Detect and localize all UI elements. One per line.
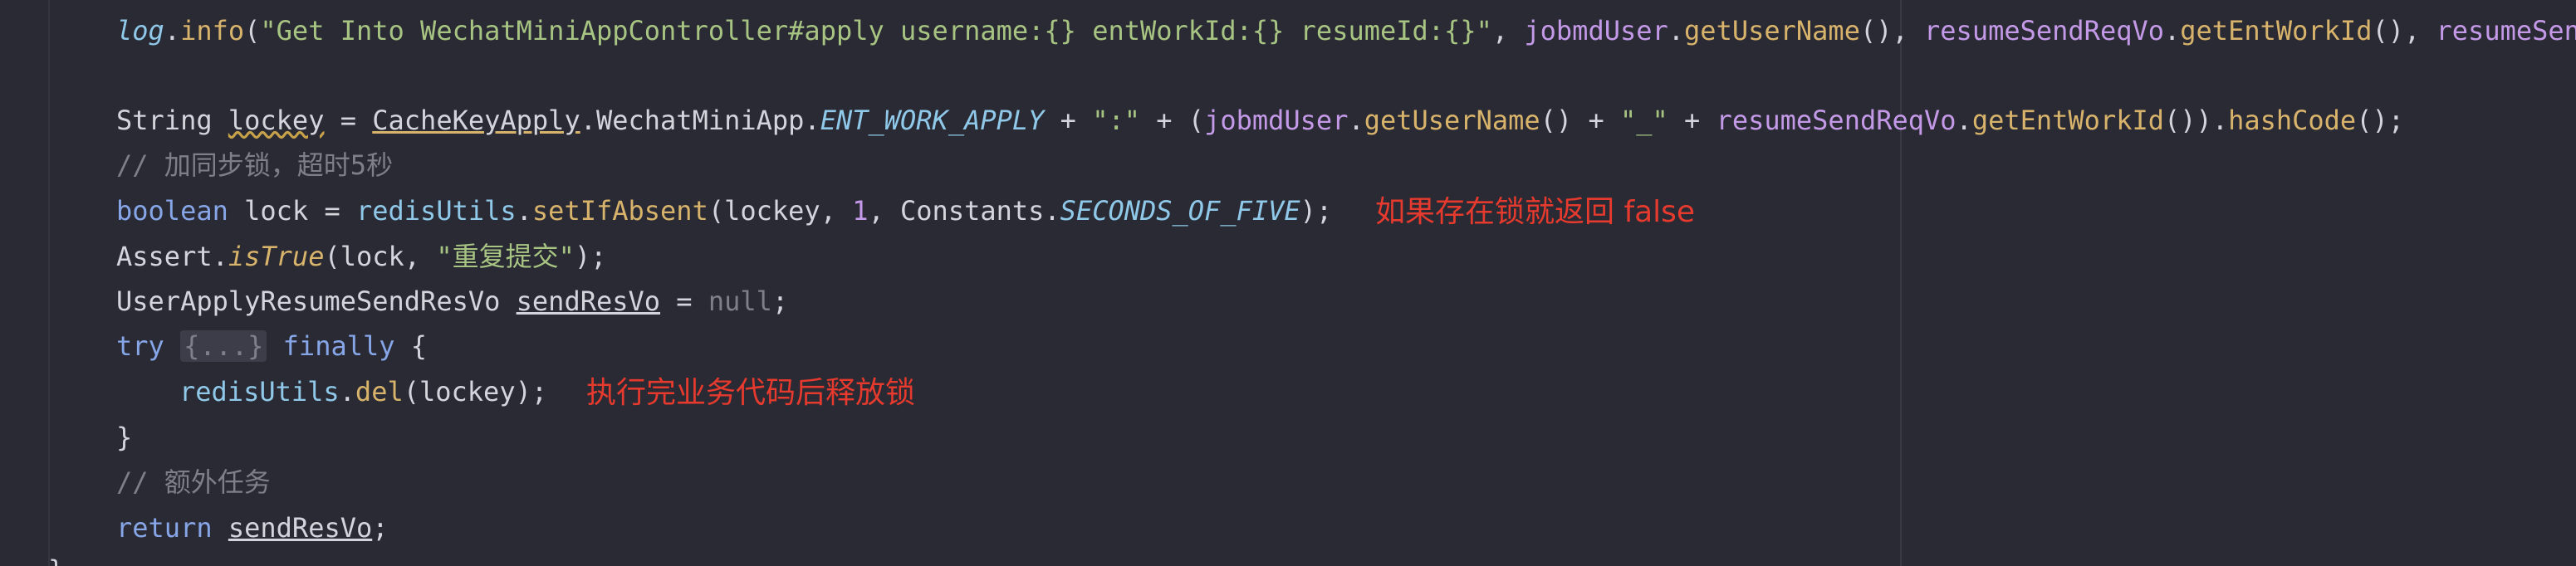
annotation-lock-note: 如果存在锁就返回 false xyxy=(1375,195,1696,229)
statement-end: ); xyxy=(574,241,607,272)
code-line-redis-del[interactable]: redisUtils.del(lockey); xyxy=(179,369,547,414)
log-object: log xyxy=(116,15,164,46)
args: (lockey); xyxy=(403,376,548,407)
code-line-partial-top: } xyxy=(116,0,132,8)
method-info: info xyxy=(180,15,245,46)
lock-decl: lock = xyxy=(228,195,356,227)
dot: . xyxy=(339,376,355,407)
args: (lockey, xyxy=(708,195,853,227)
is-true-method: isTrue xyxy=(228,241,325,272)
code-line-method-close[interactable]: } xyxy=(48,548,64,566)
dot: . xyxy=(2164,15,2181,46)
open-brace: { xyxy=(394,330,428,362)
right-margin-guide xyxy=(1900,0,1902,566)
code-line-return[interactable]: return sendResVo; xyxy=(116,505,389,550)
constants-ref: , Constants. xyxy=(868,195,1060,227)
comment-sync-lock: // 加同步锁，超时5秒 xyxy=(116,149,394,181)
colon-string: ":" xyxy=(1092,105,1140,136)
code-line-send-res-vo[interactable]: UserApplyResumeSendResVo sendResVo = nul… xyxy=(116,279,788,324)
open-paren: ( xyxy=(244,15,261,46)
resume-send-req-vo-var: resumeSendReqVo xyxy=(1716,105,1956,136)
code-line-log-info[interactable]: log.info("Get Into WechatMiniAppControll… xyxy=(116,8,2576,53)
duplicate-submit-string: "重复提交" xyxy=(436,241,575,272)
get-user-name-method: getUserName xyxy=(1364,105,1540,136)
annotation-release-note: 执行完业务代码后释放锁 xyxy=(586,376,916,410)
log-message-string: "Get Into WechatMiniAppController#apply … xyxy=(260,15,1492,46)
code-line-boolean-lock[interactable]: boolean lock = redisUtils.setIfAbsent(lo… xyxy=(116,188,1332,233)
null-keyword: null xyxy=(708,285,772,317)
resume-send-req-vo-var: resumeSendReqVo xyxy=(1924,15,2164,46)
redis-utils-var: redisUtils xyxy=(179,376,340,407)
close-parens: ()). xyxy=(2164,105,2229,136)
code-line-lockey[interactable]: String lockey = CacheKeyApply.WechatMini… xyxy=(116,98,2404,143)
close-brace: } xyxy=(48,554,64,566)
string-type: String xyxy=(116,105,228,136)
code-line-try-finally[interactable]: try {...} finally { xyxy=(116,324,427,368)
assert-class: Assert. xyxy=(116,241,228,272)
get-ent-work-id-method: getEntWorkId xyxy=(2180,15,2373,46)
assign: = xyxy=(324,105,373,136)
jobmd-user-var: jobmdUser xyxy=(1524,15,1668,46)
underscore-string: "_" xyxy=(1619,105,1668,136)
wechat-mini-app-ref: .WechatMiniApp. xyxy=(580,105,820,136)
parens: (), xyxy=(1859,15,1925,46)
dot: . xyxy=(1348,105,1364,136)
jobmd-user-var: jobmdUser xyxy=(1204,105,1349,136)
get-user-name-method: getUserName xyxy=(1684,15,1860,46)
statement-end: ; xyxy=(372,512,389,544)
del-method: del xyxy=(355,376,404,407)
number-literal: 1 xyxy=(852,195,869,227)
args: (lock, xyxy=(324,241,437,272)
user-apply-resume-send-res-vo-type: UserApplyResumeSendResVo xyxy=(116,285,517,317)
hash-code-method: hashCode xyxy=(2228,105,2357,136)
plus: + xyxy=(1044,105,1093,136)
ent-work-apply-const: ENT_WORK_APPLY xyxy=(820,105,1045,136)
dot: . xyxy=(164,15,181,46)
code-line-assert[interactable]: Assert.isTrue(lock, "重复提交"); xyxy=(116,234,606,279)
resume-send-var-truncated: resumeSend xyxy=(2436,15,2576,46)
plus: + xyxy=(1668,105,1717,136)
dot: . xyxy=(1956,105,1972,136)
set-if-absent-method: setIfAbsent xyxy=(531,195,708,227)
folded-code-block[interactable]: {...} xyxy=(180,330,267,362)
comma: , xyxy=(1491,15,1525,46)
seconds-of-five-const: SECONDS_OF_FIVE xyxy=(1060,195,1300,227)
parens: (), xyxy=(2372,15,2436,46)
cache-key-apply-class: CacheKeyApply xyxy=(372,105,580,136)
code-line-close-finally[interactable]: } xyxy=(116,415,132,460)
code-line-comment-extra[interactable]: // 额外任务 xyxy=(116,460,271,505)
code-editor[interactable]: } log.info("Get Into WechatMiniAppContro… xyxy=(0,0,2576,566)
try-keyword: try xyxy=(116,330,164,362)
boolean-keyword: boolean xyxy=(116,195,228,227)
get-ent-work-id-method: getEntWorkId xyxy=(1971,105,2164,136)
statement-end: ); xyxy=(1300,195,1333,227)
return-keyword: return xyxy=(116,512,213,544)
finally-keyword: finally xyxy=(282,330,395,362)
code-line-comment-lock[interactable]: // 加同步锁，超时5秒 xyxy=(116,143,393,188)
dot: . xyxy=(516,195,532,227)
assign: = xyxy=(660,285,708,317)
send-res-vo-var: sendResVo xyxy=(228,512,373,544)
gutter-divider xyxy=(48,0,50,566)
send-res-vo-var: sendResVo xyxy=(516,285,661,317)
statement-end: (); xyxy=(2356,105,2404,136)
comment-extra-task: // 额外任务 xyxy=(116,466,271,498)
close-brace: } xyxy=(116,422,133,453)
lockey-var: lockey xyxy=(228,105,325,136)
plus: () + xyxy=(1540,105,1620,136)
redis-utils-var: redisUtils xyxy=(355,195,517,227)
plus: + ( xyxy=(1140,105,1205,136)
dot: . xyxy=(1668,15,1685,46)
statement-end: ; xyxy=(771,285,789,317)
